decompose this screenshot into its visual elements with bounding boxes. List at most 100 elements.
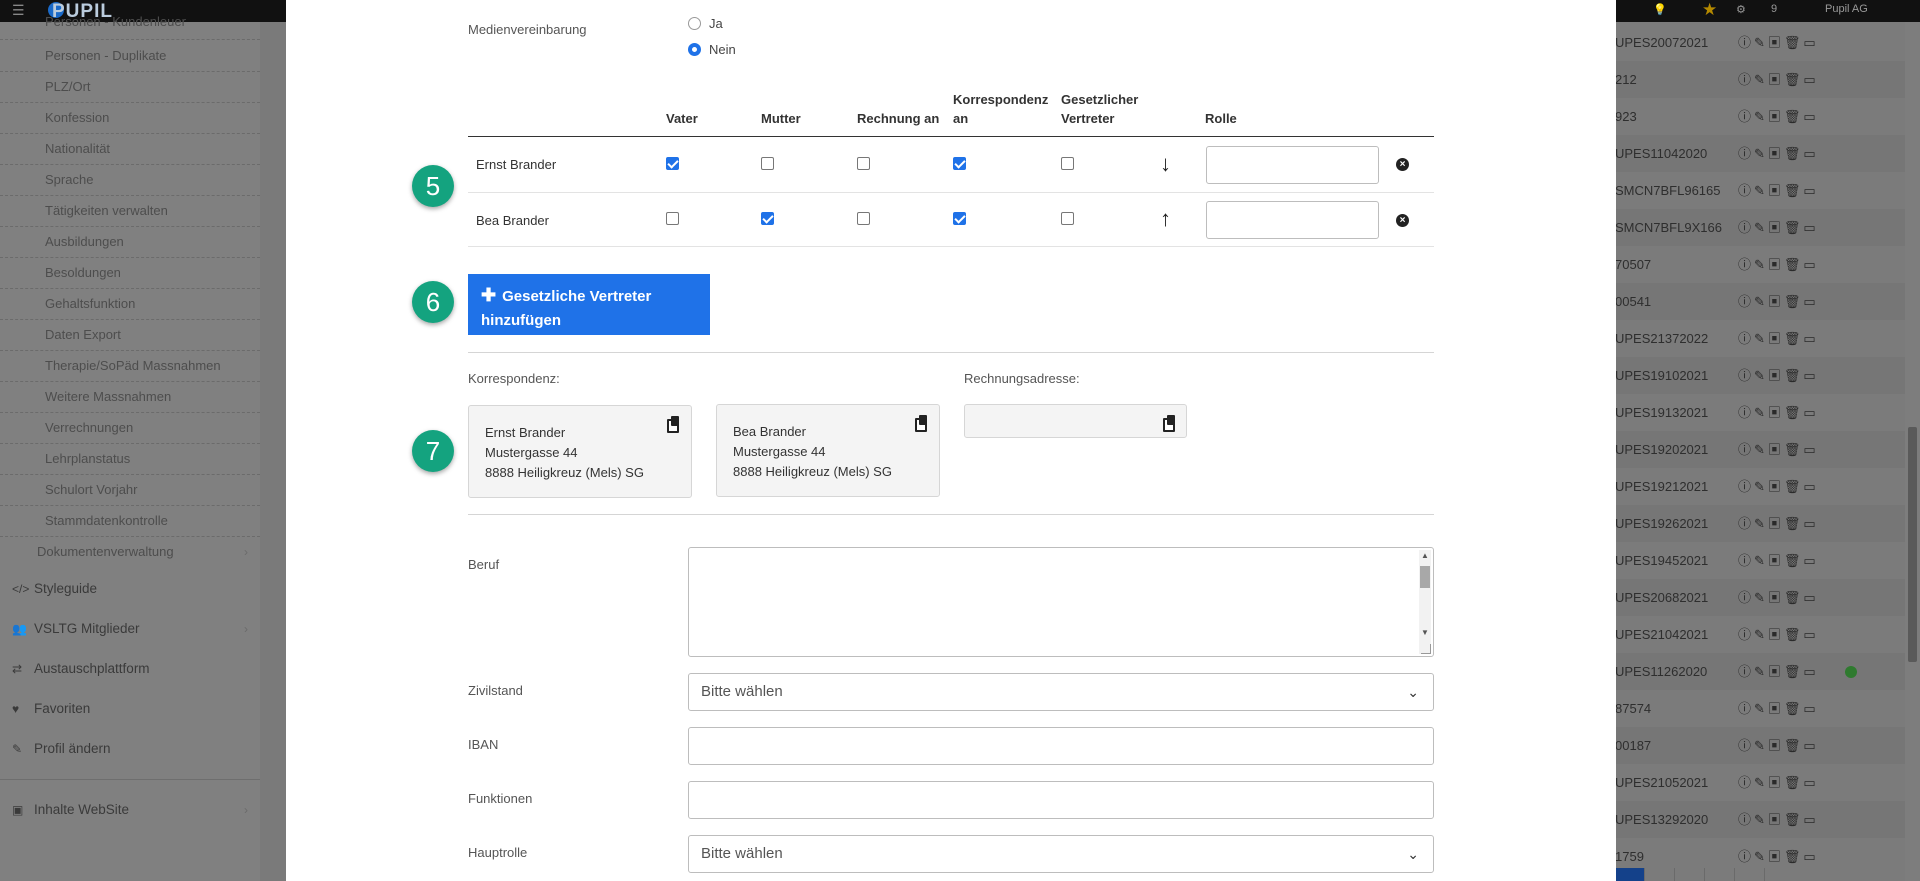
sidebar-item-dokumentenverwaltung[interactable]: Dokumentenverwaltung › [0, 537, 260, 568]
user-menu[interactable]: Pupil AG [1825, 3, 1868, 15]
row-actions[interactable]: ⓘ✎▣🗑▭ [1738, 172, 1819, 209]
checkbox-gesetzlich[interactable] [1061, 157, 1074, 170]
sidebar-item-verrechnungen[interactable]: Verrechnungen [0, 413, 260, 444]
sidebar-item-daten-export[interactable]: Daten Export [0, 320, 260, 351]
hauptrolle-select[interactable]: Bitte wählen ⌄ [688, 835, 1434, 873]
sidebar-item-lehrplanstatus[interactable]: Lehrplanstatus [0, 444, 260, 475]
scroll-down-icon[interactable]: ▼ [1421, 628, 1429, 637]
page-scrollbar[interactable] [1905, 22, 1920, 881]
copy-icon[interactable] [915, 415, 928, 432]
checkbox-gesetzlich[interactable] [1061, 212, 1074, 225]
row-actions[interactable]: ⓘ✎▣🗑▭ [1738, 209, 1819, 246]
remove-row-icon[interactable]: × [1396, 158, 1409, 171]
checkbox-mutter[interactable] [761, 157, 774, 170]
row-actions[interactable]: ⓘ✎▣🗑▭ [1738, 431, 1819, 468]
row-actions[interactable]: ⓘ✎▣🗑▭ [1738, 690, 1819, 727]
remove-row-icon[interactable]: × [1396, 214, 1409, 227]
address-name: Ernst Brander [485, 425, 566, 440]
checkbox-vater[interactable] [666, 212, 679, 225]
copy-icon[interactable] [1163, 415, 1176, 432]
radio-circle[interactable] [688, 43, 701, 56]
row-actions[interactable]: ⓘ✎▣🗑▭ [1738, 246, 1819, 283]
row-actions[interactable]: ⓘ✎▣🗑▭ [1738, 542, 1819, 579]
sidebar-item-therapie[interactable]: Therapie/SoPäd Massnahmen [0, 351, 260, 382]
scrollbar-thumb[interactable] [1908, 427, 1917, 662]
checkbox-korrespondenz[interactable] [953, 212, 966, 225]
radio-circle[interactable] [688, 17, 701, 30]
bulb-icon[interactable]: 💡 [1653, 3, 1667, 16]
row-code: UPES21052021 [1615, 775, 1709, 790]
textarea-scrollbar[interactable]: ▲ ▼ [1419, 550, 1431, 654]
row-actions[interactable]: ⓘ✎▣🗑▭ [1738, 801, 1819, 838]
row-actions[interactable]: ⓘ✎▣🗑▭ [1738, 61, 1819, 98]
row-actions[interactable]: ⓘ✎▣🗑▭ [1738, 616, 1819, 653]
sidebar-item-taetigkeiten[interactable]: Tätigkeiten verwalten [0, 196, 260, 227]
page-item[interactable] [1735, 868, 1765, 881]
korrespondenz-label: Korrespondenz: [468, 371, 560, 386]
sidebar-item-besoldungen[interactable]: Besoldungen [0, 258, 260, 289]
sidebar-item-favoriten[interactable]: ♥ Favoriten [0, 689, 260, 729]
sidebar-item-weitere-massnahmen[interactable]: Weitere Massnahmen [0, 382, 260, 413]
scrollbar-thumb[interactable] [1420, 566, 1430, 588]
row-actions[interactable]: ⓘ✎▣🗑▭ [1738, 283, 1819, 320]
page-item[interactable] [1705, 868, 1735, 881]
sidebar-item-gehaltsfunktion[interactable]: Gehaltsfunktion [0, 289, 260, 320]
funktionen-input[interactable] [688, 781, 1434, 819]
copy-icon[interactable] [667, 416, 680, 433]
add-legal-representative-button[interactable]: ✚ Gesetzliche Vertreter hinzufügen [468, 274, 710, 335]
checkbox-vater[interactable] [666, 157, 679, 170]
role-input[interactable] [1206, 201, 1379, 239]
beruf-textarea[interactable]: ▲ ▼ [688, 547, 1434, 657]
sidebar: Personen - Kundenleuer Personen - Duplik… [0, 15, 260, 881]
row-actions[interactable]: ⓘ✎▣🗑▭ [1738, 468, 1819, 505]
row-actions[interactable]: ⓘ✎▣🗑▭ [1738, 764, 1819, 801]
row-actions[interactable]: ⓘ✎▣🗑▭ [1738, 505, 1819, 542]
resize-grip-icon[interactable] [1421, 644, 1431, 654]
checkbox-korrespondenz[interactable] [953, 157, 966, 170]
row-actions[interactable]: ⓘ✎▣🗑▭ [1738, 135, 1819, 172]
checkbox-rechnung[interactable] [857, 212, 870, 225]
media-radio-nein[interactable]: Nein [688, 42, 736, 57]
zivilstand-select[interactable]: Bitte wählen ⌄ [688, 673, 1434, 711]
row-actions[interactable]: ⓘ✎▣🗑▭ [1738, 394, 1819, 431]
row-actions[interactable]: ⓘ✎▣🗑▭ [1738, 24, 1819, 61]
checkbox-mutter[interactable] [761, 212, 774, 225]
row-actions[interactable]: ⓘ✎▣🗑▭ [1738, 579, 1819, 616]
sidebar-item-konfession[interactable]: Konfession [0, 103, 260, 134]
checkbox-rechnung[interactable] [857, 157, 870, 170]
sidebar-item-personen-duplikate[interactable]: Personen - Duplikate [0, 41, 260, 72]
scroll-up-icon[interactable]: ▲ [1421, 551, 1429, 560]
sidebar-item-austauschplattform[interactable]: ⇄ Austauschplattform [0, 649, 260, 689]
row-actions[interactable]: ⓘ✎▣🗑▭ [1738, 727, 1819, 764]
sidebar-item-vsltg[interactable]: 👥 VSLTG Mitglieder › [0, 609, 260, 649]
page-item[interactable] [1675, 868, 1705, 881]
row-actions[interactable]: ⓘ✎▣🗑▭ [1738, 98, 1819, 135]
sidebar-item-schulort-vorjahr[interactable]: Schulort Vorjahr [0, 475, 260, 506]
sidebar-item-nationalitaet[interactable]: Nationalität [0, 134, 260, 165]
sidebar-item-personen-kundenleuer[interactable]: Personen - Kundenleuer [0, 15, 260, 40]
sidebar-item-sprache[interactable]: Sprache [0, 165, 260, 196]
arrow-down-icon[interactable]: ↓ [1160, 153, 1171, 175]
sidebar-item-styleguide[interactable]: </> Styleguide [0, 569, 260, 609]
row-code: UPES19262021 [1615, 516, 1709, 531]
iban-input[interactable] [688, 727, 1434, 765]
hamburger-icon[interactable]: ☰ [12, 2, 25, 19]
media-radio-ja[interactable]: Ja [688, 16, 723, 31]
row-actions[interactable]: ⓘ✎▣🗑▭ [1738, 653, 1819, 690]
sidebar-item-inhalte-website[interactable]: ▣ Inhalte WebSite › [0, 790, 260, 830]
role-input[interactable] [1206, 146, 1379, 184]
sidebar-item-stammdatenkontrolle[interactable]: Stammdatenkontrolle [0, 506, 260, 537]
beruf-label: Beruf [468, 557, 500, 572]
page-active[interactable] [1615, 868, 1645, 881]
table-row: UPES20072021 ⓘ✎▣🗑▭ [1615, 24, 1905, 61]
arrow-up-icon[interactable]: ↑ [1160, 208, 1171, 230]
sidebar-item-plz-ort[interactable]: PLZ/Ort [0, 72, 260, 103]
row-actions[interactable]: ⓘ✎▣🗑▭ [1738, 320, 1819, 357]
star-icon[interactable]: ★ [1702, 0, 1717, 20]
sliders-icon[interactable]: ⚙ [1736, 3, 1746, 16]
page-item[interactable] [1645, 868, 1675, 881]
address-city: 8888 Heiligkreuz (Mels) SG [485, 465, 644, 480]
sidebar-item-profil[interactable]: ✎ Profil ändern [0, 729, 260, 769]
row-actions[interactable]: ⓘ✎▣🗑▭ [1738, 357, 1819, 394]
sidebar-item-ausbildungen[interactable]: Ausbildungen [0, 227, 260, 258]
